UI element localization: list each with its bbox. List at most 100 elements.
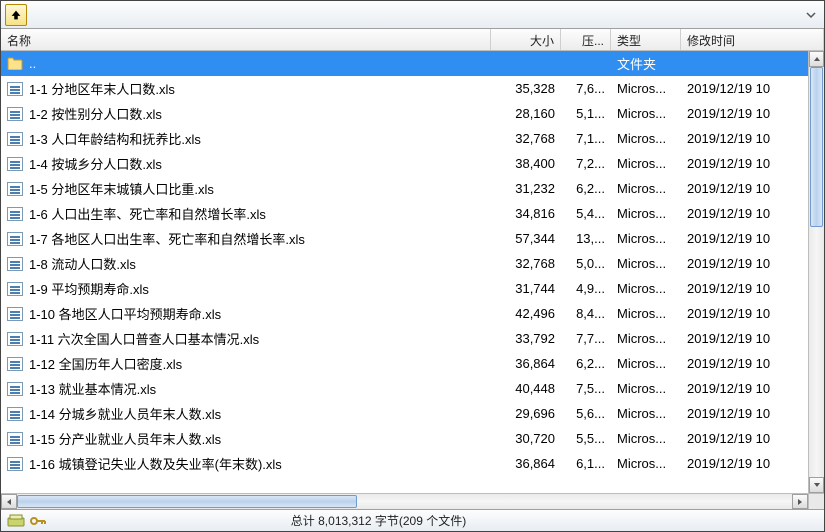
file-compressed: 5,4... [561,206,611,221]
file-type: Micros... [611,181,681,196]
file-row[interactable]: 1-2 按性别分人口数.xls28,1605,1...Micros...2019… [1,101,808,126]
xls-icon [7,156,23,172]
file-size: 30,720 [491,431,561,446]
chevron-down-icon[interactable] [806,10,816,20]
file-type: Micros... [611,381,681,396]
header-modified[interactable]: 修改时间 [681,29,824,50]
file-size: 29,696 [491,406,561,421]
file-row[interactable]: 1-13 就业基本情况.xls40,4487,5...Micros...2019… [1,376,808,401]
file-date: 2019/12/19 10 [681,181,808,196]
file-date: 2019/12/19 10 [681,381,808,396]
folder-icon [7,56,23,72]
file-row[interactable]: 1-15 分产业就业人员年末人数.xls 30,7205,5...Micros..… [1,426,808,451]
file-row[interactable]: 1-5 分地区年末城镇人口比重.xls31,2326,2...Micros...… [1,176,808,201]
file-row[interactable]: 1-8 流动人口数.xls32,7685,0...Micros...2019/1… [1,251,808,276]
file-name: 1-7 各地区人口出生率、死亡率和自然增长率.xls [29,229,305,248]
file-date: 2019/12/19 10 [681,331,808,346]
file-compressed: 6,2... [561,356,611,371]
file-type: Micros... [611,406,681,421]
file-size: 28,160 [491,106,561,121]
disk-icon [7,514,25,528]
file-name: 1-4 按城乡分人口数.xls [29,154,162,173]
file-row[interactable]: 1-14 分城乡就业人员年末人数.xls29,6965,6...Micros..… [1,401,808,426]
file-compressed: 5,5... [561,431,611,446]
xls-icon [7,331,23,347]
xls-icon [7,206,23,222]
file-date: 2019/12/19 10 [681,81,808,96]
file-row[interactable]: 1-4 按城乡分人口数.xls38,4007,2...Micros...2019… [1,151,808,176]
xls-icon [7,381,23,397]
file-compressed: 4,9... [561,281,611,296]
up-button[interactable] [5,4,27,26]
file-row[interactable]: 1-11 六次全国人口普查人口基本情况.xls33,7927,7...Micro… [1,326,808,351]
file-name: 1-9 平均预期寿命.xls [29,279,149,298]
file-name: 1-1 分地区年末人口数.xls [29,79,175,98]
header-name[interactable]: 名称 [1,29,491,50]
file-size: 33,792 [491,331,561,346]
xls-icon [7,456,23,472]
header-type[interactable]: 类型 [611,29,681,50]
file-date: 2019/12/19 10 [681,456,808,471]
vertical-scrollbar[interactable] [808,51,824,493]
file-name: 1-14 分城乡就业人员年末人数.xls [29,404,221,423]
scroll-up-button[interactable] [809,51,824,67]
hscroll-thumb[interactable] [17,495,357,508]
scroll-down-button[interactable] [809,477,824,493]
file-date: 2019/12/19 10 [681,406,808,421]
file-size: 36,864 [491,456,561,471]
file-date: 2019/12/19 10 [681,231,808,246]
header-size[interactable]: 大小 [491,29,561,50]
file-size: 32,768 [491,256,561,271]
xls-icon [7,131,23,147]
file-row[interactable]: 1-3 人口年龄结构和抚养比.xls32,7687,1...Micros...2… [1,126,808,151]
file-size: 34,816 [491,206,561,221]
file-name: 1-11 六次全国人口普查人口基本情况.xls [29,329,259,348]
file-row[interactable]: 1-9 平均预期寿命.xls31,7444,9...Micros...2019/… [1,276,808,301]
hscroll-track[interactable] [17,494,792,509]
scroll-corner [808,494,824,509]
file-row[interactable]: 1-10 各地区人口平均预期寿命.xls42,4968,4...Micros..… [1,301,808,326]
file-type: Micros... [611,356,681,371]
scroll-right-button[interactable] [792,494,808,509]
file-list[interactable]: .. 文件夹 1-1 分地区年末人口数.xls35,3287,6...Micro… [1,51,808,493]
file-compressed: 8,4... [561,306,611,321]
file-name: 1-15 分产业就业人员年末人数.xls [29,429,221,448]
file-date: 2019/12/19 10 [681,281,808,296]
file-date: 2019/12/19 10 [681,131,808,146]
horizontal-scrollbar[interactable] [1,493,824,509]
xls-icon [7,106,23,122]
file-row[interactable]: 1-6 人口出生率、死亡率和自然增长率.xls34,8165,4...Micro… [1,201,808,226]
file-row[interactable]: 1-12 全国历年人口密度.xls36,8646,2...Micros...20… [1,351,808,376]
file-date: 2019/12/19 10 [681,206,808,221]
file-size: 31,232 [491,181,561,196]
file-row[interactable]: 1-1 分地区年末人口数.xls35,3287,6...Micros...201… [1,76,808,101]
file-size: 38,400 [491,156,561,171]
header-compressed[interactable]: 压... [561,29,611,50]
file-name: 1-12 全国历年人口密度.xls [29,354,182,373]
xls-icon [7,181,23,197]
file-date: 2019/12/19 10 [681,306,808,321]
parent-folder-row[interactable]: .. 文件夹 [1,51,808,76]
file-row[interactable]: 1-16 城镇登记失业人数及失业率(年末数).xls36,8646,1...Mi… [1,451,808,476]
file-name: 1-8 流动人口数.xls [29,254,136,273]
key-icon [29,514,47,528]
scroll-left-button[interactable] [1,494,17,509]
scroll-track[interactable] [809,67,824,477]
file-date: 2019/12/19 10 [681,156,808,171]
file-type: Micros... [611,106,681,121]
file-date: 2019/12/19 10 [681,256,808,271]
xls-icon [7,406,23,422]
file-type: Micros... [611,231,681,246]
file-type: Micros... [611,206,681,221]
file-compressed: 7,2... [561,156,611,171]
status-text: 总计 8,013,312 字节(209 个文件) [53,512,824,529]
file-size: 57,344 [491,231,561,246]
file-type: Micros... [611,431,681,446]
scroll-thumb[interactable] [810,67,823,227]
file-row[interactable]: 1-7 各地区人口出生率、死亡率和自然增长率.xls57,34413,...Mi… [1,226,808,251]
parent-folder-name: .. [29,56,36,71]
xls-icon [7,81,23,97]
file-size: 42,496 [491,306,561,321]
file-name: 1-3 人口年龄结构和抚养比.xls [29,129,201,148]
xls-icon [7,231,23,247]
